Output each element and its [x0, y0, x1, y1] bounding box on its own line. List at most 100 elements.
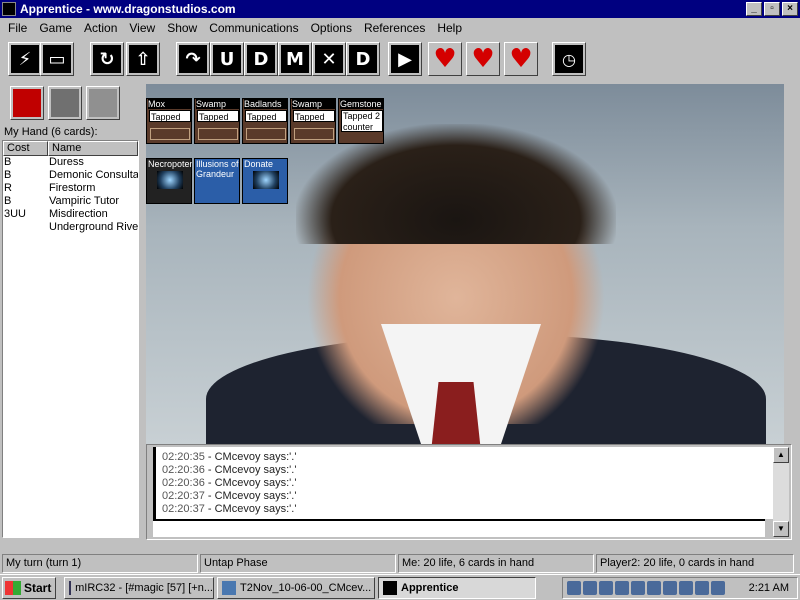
title-bar: Apprentice - www.dragonstudios.com _ ▫ ×: [0, 0, 800, 18]
play-arrow-icon: ↷: [179, 45, 207, 73]
card-title: Gemstone: [340, 99, 384, 109]
chat-scrollbar[interactable]: ▲ ▼: [773, 447, 789, 537]
chat-line: 02:20:36 - CMcevoy says:'.': [162, 477, 297, 489]
task-label: mIRC32 - [#magic [57] [+n...: [75, 581, 213, 594]
chat-line: 02:20:35 - CMcevoy says:'.': [162, 451, 297, 463]
removed-button[interactable]: [48, 86, 82, 120]
tray-icon[interactable]: [647, 581, 661, 595]
tray-icon[interactable]: [695, 581, 709, 595]
discard-phase-button[interactable]: D: [346, 42, 380, 76]
life-minus-button[interactable]: ♥: [466, 42, 500, 76]
stopwatch-icon: ◷: [555, 45, 583, 73]
menu-action[interactable]: Action: [78, 21, 123, 35]
scroll-down-icon[interactable]: ▼: [773, 521, 789, 537]
tombstone-icon: [51, 89, 79, 117]
hand-row[interactable]: B Vampiric Tutor: [3, 195, 138, 208]
column-name[interactable]: Name: [48, 141, 138, 156]
tray-icon[interactable]: [711, 581, 725, 595]
close-button[interactable]: ×: [782, 2, 798, 16]
taskbar-item-log[interactable]: T2Nov_10-06-00_CMcev...: [217, 576, 375, 599]
maximize-button[interactable]: ▫: [764, 2, 780, 16]
opponent-life-status: Player2: 20 life, 0 cards in hand: [596, 554, 794, 573]
card-title: Swamp: [196, 99, 240, 109]
status-bar: My turn (turn 1) Untap Phase Me: 20 life…: [0, 554, 800, 573]
card-cost: B: [4, 156, 12, 168]
card-title: Badlands: [244, 99, 288, 109]
permanent-card[interactable]: Swamp Tapped: [290, 98, 336, 144]
system-tray: 2:21 AM: [562, 577, 798, 599]
hand-list[interactable]: Cost Name B Duress B Demonic Consultat R Fi…: [2, 140, 139, 538]
column-cost[interactable]: Cost: [3, 141, 48, 156]
minimize-button[interactable]: _: [746, 2, 762, 16]
untap-phase-icon: U: [213, 45, 241, 73]
card-cost: [3, 221, 49, 234]
card-name: Underground River: [49, 221, 138, 233]
hand-row[interactable]: R Firestorm: [3, 182, 138, 195]
end-turn-button[interactable]: ▶: [388, 42, 422, 76]
hand-row[interactable]: B Demonic Consultat: [3, 169, 138, 182]
shuffle-button[interactable]: ↻: [90, 42, 124, 76]
draw-card-button[interactable]: ⇧: [126, 42, 160, 76]
phase-status: Untap Phase: [200, 554, 396, 573]
tray-icon[interactable]: [679, 581, 693, 595]
taskbar-item-mirc[interactable]: mIRC32 - [#magic [57] [+n...: [64, 576, 214, 599]
library-button[interactable]: ▭: [40, 42, 74, 76]
play-button[interactable]: ↷: [176, 42, 210, 76]
chat-input[interactable]: [153, 519, 765, 537]
permanent-card[interactable]: Gemstone Tapped 2 counter: [338, 98, 384, 144]
start-button[interactable]: Start: [2, 576, 56, 599]
card-name: Demonic Consultat: [49, 169, 138, 181]
tray-icon[interactable]: [663, 581, 677, 595]
app-icon[interactable]: [2, 2, 16, 16]
battlefield[interactable]: Mox Tapped Swamp Tapped Badlands Tapped …: [146, 84, 784, 444]
clock[interactable]: 2:21 AM: [749, 582, 789, 594]
permanent-card[interactable]: Badlands Tapped: [242, 98, 288, 144]
draw-phase-button[interactable]: D: [244, 42, 278, 76]
menu-file[interactable]: File: [2, 21, 33, 35]
menu-view[interactable]: View: [123, 21, 161, 35]
menu-references[interactable]: References: [358, 21, 431, 35]
life-plus-button[interactable]: ♥: [504, 42, 538, 76]
trash-can-icon: [89, 89, 117, 117]
life-button[interactable]: ♥: [428, 42, 462, 76]
wand-button[interactable]: ⚡: [8, 42, 42, 76]
tray-icon[interactable]: [615, 581, 629, 595]
tray-icon[interactable]: [583, 581, 597, 595]
end-turn-icon: ▶: [391, 45, 419, 73]
card-name: Firestorm: [49, 182, 96, 194]
taskbar-item-apprentice[interactable]: Apprentice: [378, 576, 536, 599]
permanent-card[interactable]: Donate: [242, 158, 288, 204]
graveyard-button[interactable]: [10, 86, 44, 120]
menu-show[interactable]: Show: [161, 21, 203, 35]
main-phase-button[interactable]: M: [278, 42, 312, 76]
card-cost: B: [4, 169, 12, 181]
chat-log[interactable]: 02:20:35 - CMcevoy says:'.' 02:20:36 - C…: [153, 447, 773, 519]
menu-game[interactable]: Game: [33, 21, 78, 35]
timer-button[interactable]: ◷: [552, 42, 586, 76]
scroll-up-icon[interactable]: ▲: [773, 447, 789, 463]
task-label: T2Nov_10-06-00_CMcev...: [240, 581, 372, 594]
volume-icon[interactable]: [599, 581, 613, 595]
hand-row[interactable]: Underground River: [3, 221, 138, 234]
card-title: Mox: [148, 99, 192, 109]
permanent-card[interactable]: Necropotence: [146, 158, 192, 204]
trash-button[interactable]: [86, 86, 120, 120]
card-title: Illusions of Grandeur: [196, 159, 239, 179]
menu-communications[interactable]: Communications: [203, 21, 304, 35]
menu-bar: File Game Action View Show Communication…: [0, 18, 800, 38]
menu-help[interactable]: Help: [431, 21, 468, 35]
card-cost: B: [4, 195, 12, 207]
menu-options[interactable]: Options: [305, 21, 358, 35]
hand-row[interactable]: B Duress: [3, 156, 138, 169]
hand-row[interactable]: 3UU Misdirection: [3, 208, 138, 221]
tray-icon[interactable]: [631, 581, 645, 595]
card-status: Tapped 2 counter: [341, 110, 383, 132]
untap-phase-button[interactable]: U: [210, 42, 244, 76]
chat-line: 02:20:37 - CMcevoy says:'.': [162, 490, 297, 502]
graveyard-book-icon: [13, 89, 41, 117]
permanent-card[interactable]: Mox Tapped: [146, 98, 192, 144]
permanent-card[interactable]: Swamp Tapped: [194, 98, 240, 144]
permanent-card[interactable]: Illusions of Grandeur: [194, 158, 240, 204]
tray-icon[interactable]: [567, 581, 581, 595]
combat-phase-button[interactable]: ✕: [312, 42, 346, 76]
